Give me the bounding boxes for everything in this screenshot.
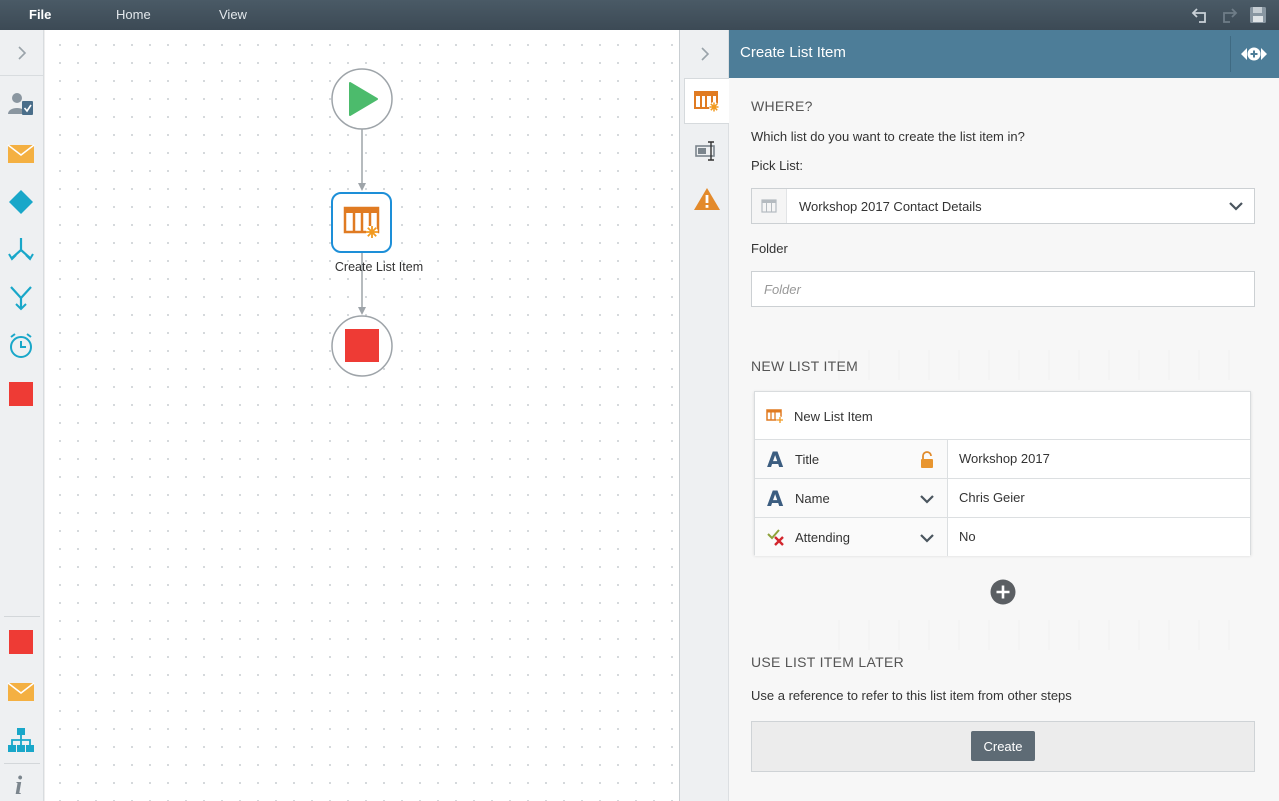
properties-tabs [680,30,729,801]
text-type-icon: A [765,486,787,510]
warning-icon [693,188,720,210]
decision-icon[interactable] [7,188,35,216]
stop-icon[interactable] [7,628,35,656]
add-field-button[interactable] [990,579,1016,605]
field-name: Title [795,452,820,467]
menu-view[interactable]: View [219,7,247,22]
tab-configuration[interactable] [684,78,729,124]
yes-no-icon [765,525,787,549]
panel-collapse-button[interactable] [680,30,729,77]
new-list-item-heading: NEW LIST ITEM [751,358,859,374]
chevron-down-icon[interactable] [917,489,937,509]
field-row: A Title Workshop 2017 [755,440,1250,479]
workflow-diagram [331,68,393,377]
field-value[interactable]: Chris Geier [947,479,1250,517]
connector-arrow [358,183,366,191]
where-question: Which list do you want to create the lis… [751,129,1025,144]
svg-text:A: A [767,448,784,470]
field-value[interactable]: Workshop 2017 [947,440,1250,478]
lock-icon [917,450,937,470]
new-list-item-card: New List Item A Title Workshop 2017 A Na… [754,391,1251,557]
stop-icon[interactable] [7,380,35,408]
chevron-down-icon[interactable] [917,528,937,548]
info-icon[interactable]: i [7,770,35,798]
tab-warnings[interactable] [684,176,729,222]
hierarchy-icon[interactable] [7,726,35,754]
toolbox: i [0,30,44,801]
folder-input[interactable] [751,271,1255,307]
start-node [331,68,393,130]
text-field-icon [694,141,715,161]
list-add-icon [766,408,784,427]
merge-icon[interactable] [7,284,35,312]
svg-text:A: A [767,487,784,509]
card-header: New List Item [755,392,1250,440]
toolbox-divider [4,763,40,764]
node-label: Create List Item [334,260,424,274]
chevron-down-icon[interactable] [1228,198,1244,217]
redo-icon[interactable] [1218,5,1238,25]
email-icon[interactable] [7,140,35,168]
field-name: Attending [795,530,850,545]
field-row: Attending No [755,518,1250,557]
svg-text:i: i [15,771,23,798]
tab-variables[interactable] [684,128,729,174]
end-node [331,315,393,377]
pick-list-label: Pick List: [751,158,804,173]
user-task-icon[interactable] [7,90,35,118]
stop-icon [345,329,379,362]
pick-list-value: Workshop 2017 Contact Details [799,199,982,214]
create-list-item-node [331,192,392,253]
menu-home[interactable]: Home [116,7,151,22]
list-add-icon [694,91,719,112]
create-button[interactable]: Create [971,731,1035,761]
menu-bar: File Home View [0,0,1279,30]
branch-icon[interactable] [7,236,35,264]
plus-circle-icon [990,579,1016,605]
undo-icon[interactable] [1191,5,1211,25]
chevron-right-icon [18,45,27,60]
email-icon[interactable] [7,678,35,706]
toolbox-expand-button[interactable] [0,30,44,76]
list-icon [752,189,787,223]
folder-label: Folder [751,241,788,256]
pick-list-select[interactable]: Workshop 2017 Contact Details [751,188,1255,224]
connector-arrow [358,307,366,315]
field-row: A Name Chris Geier [755,479,1250,518]
where-heading: WHERE? [751,98,813,114]
menu-file[interactable]: File [29,7,51,22]
card-title: New List Item [794,409,873,424]
save-icon[interactable] [1248,5,1268,25]
text-type-icon: A [765,447,787,471]
toolbox-divider [4,616,40,617]
properties-panel: Create List Item WHERE? Which list do yo… [729,30,1279,801]
timer-icon[interactable] [7,332,35,360]
chevron-right-icon [700,46,709,61]
use-later-heading: USE LIST ITEM LATER [751,654,904,670]
use-later-description: Use a reference to refer to this list it… [751,688,1072,703]
workflow-canvas[interactable]: Create List Item [45,30,679,801]
field-name: Name [795,491,830,506]
field-value[interactable]: No [947,518,1250,556]
create-reference-area: Create [751,721,1255,772]
